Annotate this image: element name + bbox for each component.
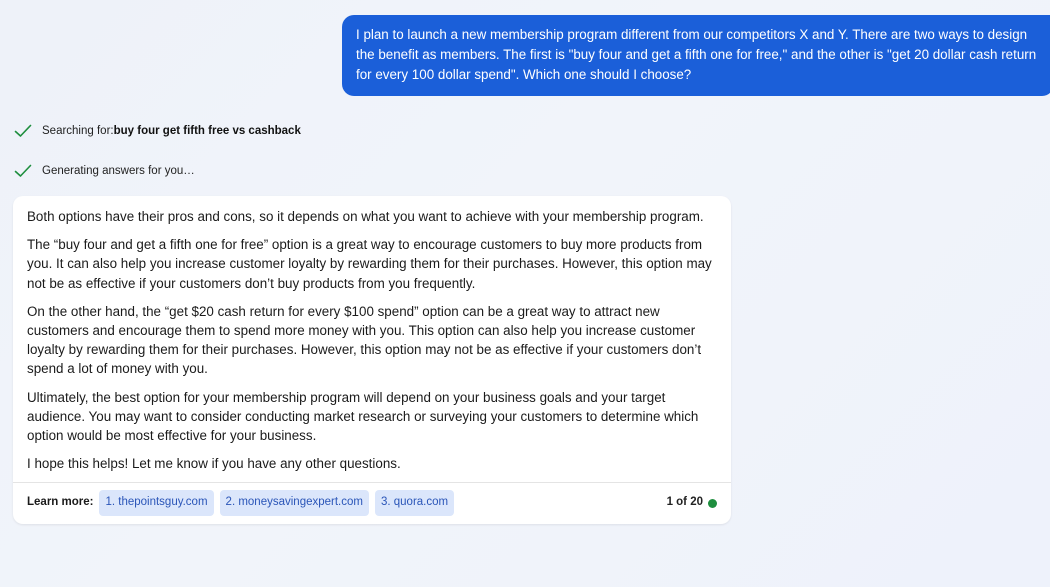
response-counter: 1 of 20 bbox=[667, 493, 717, 512]
generating-status: Generating answers for you… bbox=[14, 164, 195, 178]
answer-paragraph: Both options have their pros and cons, s… bbox=[27, 209, 704, 224]
status-dot-icon bbox=[708, 498, 717, 508]
learn-more-label: Learn more: bbox=[27, 496, 94, 509]
answer-paragraph: I hope this helps! Let me know if you ha… bbox=[27, 456, 401, 472]
checkmark-icon bbox=[14, 124, 32, 137]
checkmark-icon bbox=[14, 164, 32, 177]
user-message-bubble: I plan to launch a new membership progra… bbox=[342, 15, 1050, 96]
answer-paragraph: On the other hand, the “get $20 cash ret… bbox=[27, 303, 702, 377]
generating-text: Generating answers for you… bbox=[42, 165, 195, 177]
searching-query: buy four get fifth free vs cashback bbox=[113, 125, 301, 137]
source-link-quora[interactable]: 3. quora.com bbox=[374, 490, 455, 516]
source-link-thepointsguy[interactable]: 1. thepointsguy.com bbox=[99, 490, 214, 516]
response-counter-text: 1 of 20 bbox=[666, 496, 703, 509]
searching-prefix: Searching for: bbox=[42, 125, 114, 137]
learn-more-bar: Learn more: 1. thepointsguy.com 2. money… bbox=[13, 482, 731, 523]
answer-card: Both options have their pros and cons, s… bbox=[13, 196, 731, 524]
source-link-moneysavingexpert[interactable]: 2. moneysavingexpert.com bbox=[219, 490, 369, 516]
answer-paragraph: The “buy four and get a fifth one for fr… bbox=[27, 237, 712, 291]
answer-paragraph: Ultimately, the best option for your mem… bbox=[27, 389, 699, 444]
searching-status: Searching for: buy four get fifth free v… bbox=[14, 124, 301, 138]
